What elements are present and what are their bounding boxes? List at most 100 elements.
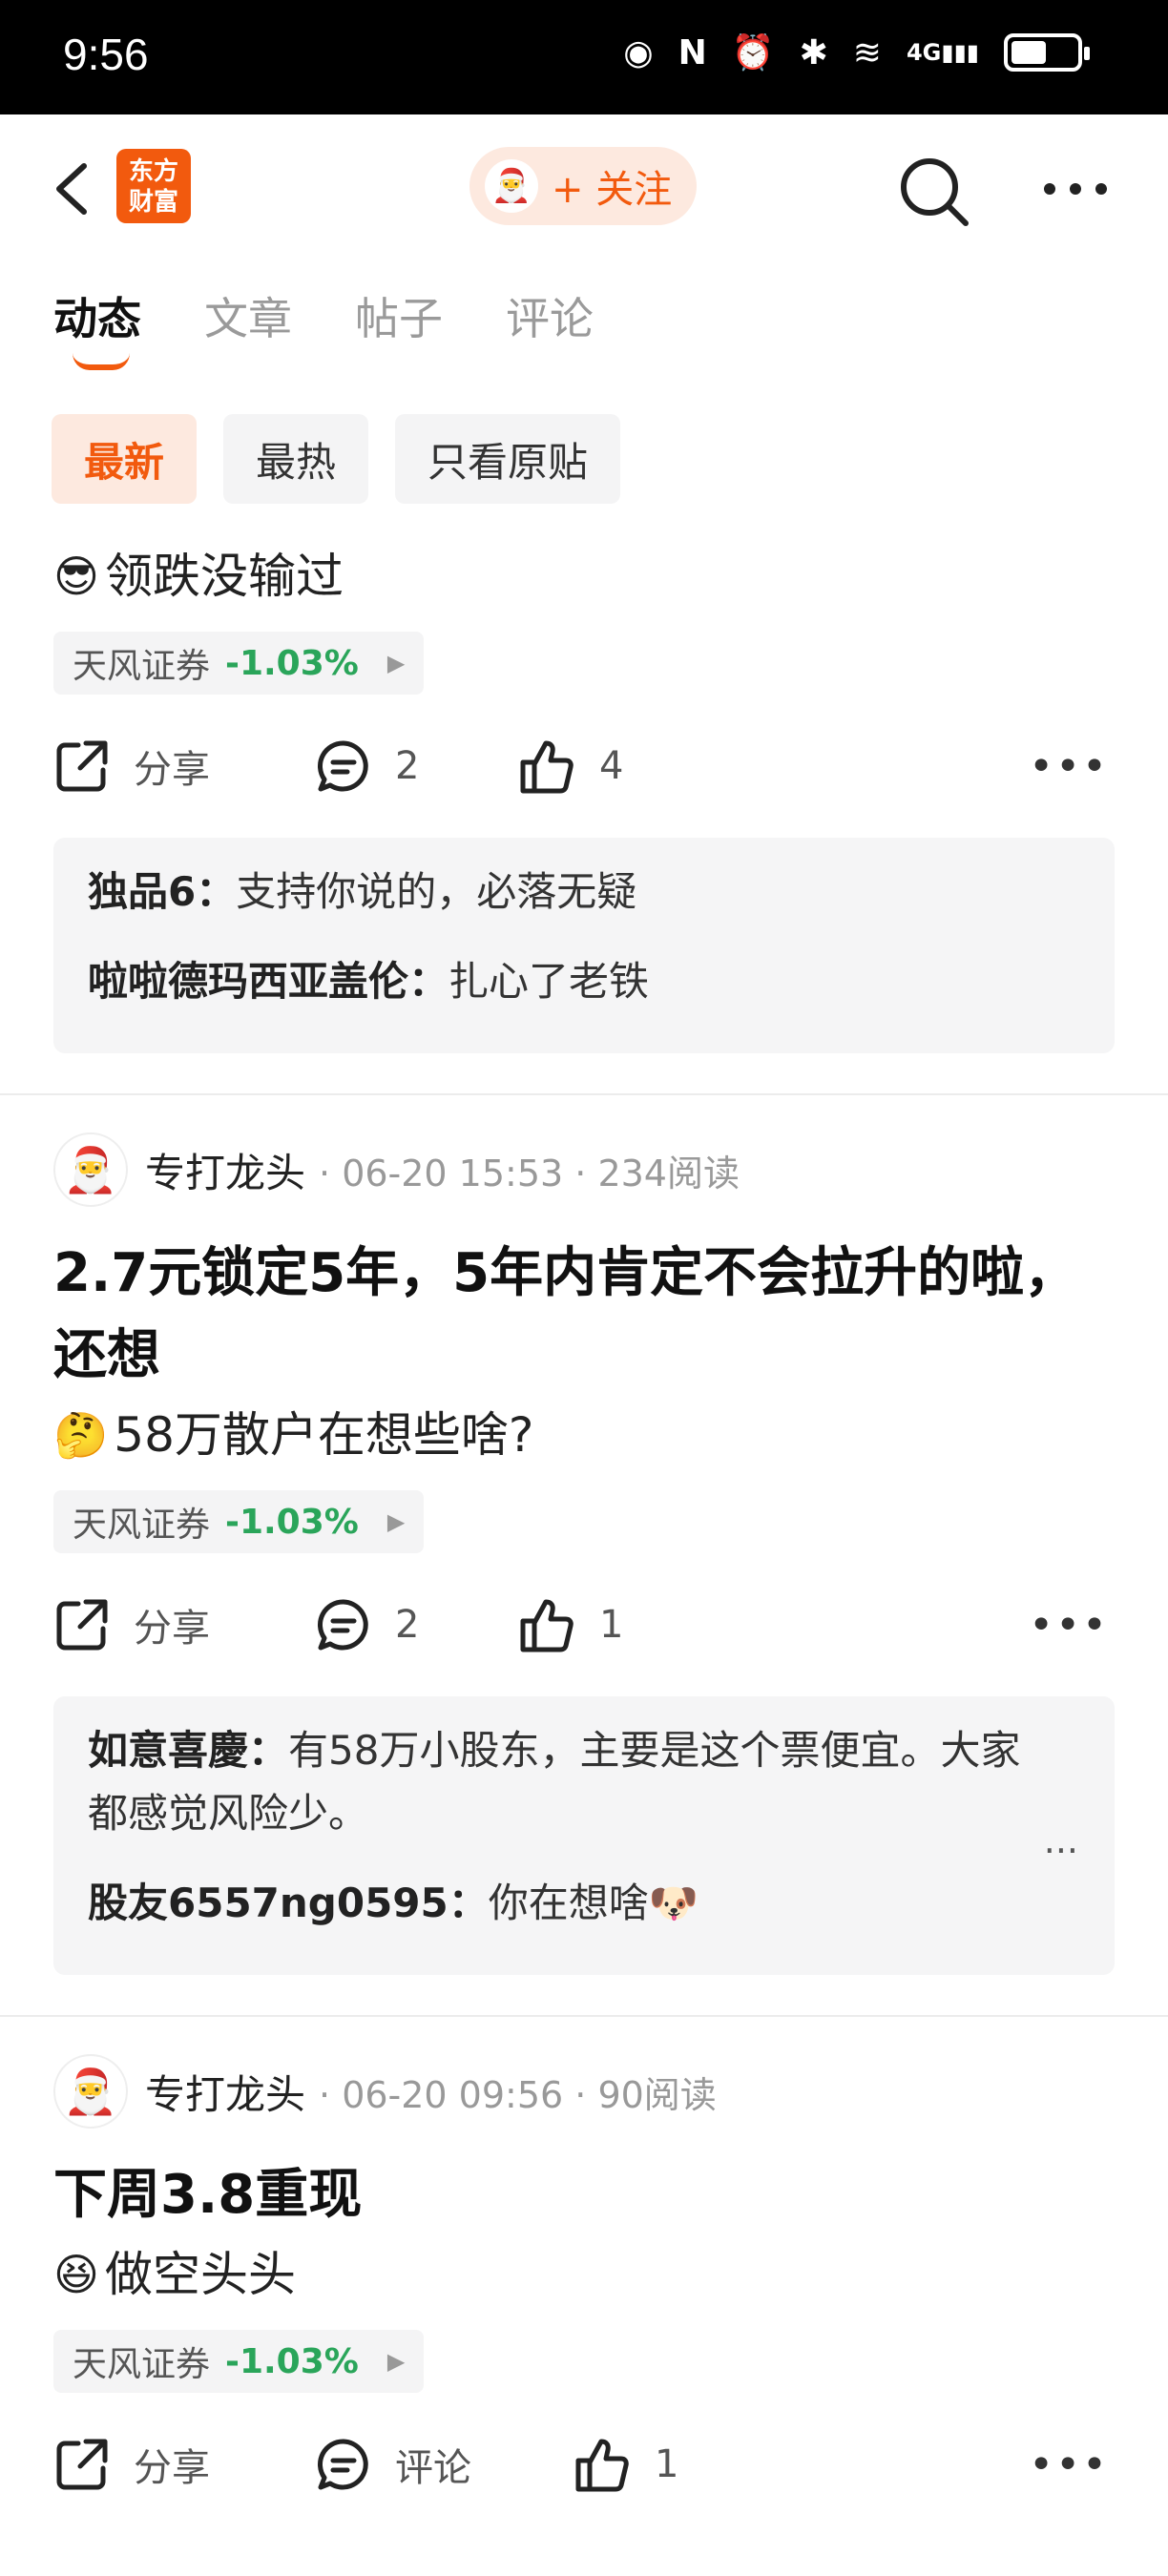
post-card[interactable]: 🎅 专打龙头 · 06-20 09:56 · 90阅读 下周3.8重现 😆 做空… (0, 2046, 1168, 2536)
post-feed[interactable]: 的候云敛兄的 😎 领跌没输过 天风证券 -1.03% ▶ 分享 2 4 ••• (0, 506, 1168, 2576)
post-title: 的候云敛兄的 (53, 506, 1115, 515)
stock-name: 天风证券 (73, 647, 211, 686)
like-button[interactable]: 4 (517, 737, 623, 795)
comment-user: 如意喜慶 (88, 1727, 249, 1774)
filter-hottest[interactable]: 最热 (223, 414, 369, 504)
comment-label: 评论 (395, 2446, 471, 2490)
eye-icon: ◉ (623, 32, 654, 73)
stock-tag[interactable]: 天风证券 -1.03% ▶ (53, 632, 425, 695)
post-more-icon[interactable]: ••• (1029, 742, 1109, 791)
share-icon (56, 2439, 108, 2490)
post-body-text: 58万散户在想些啥? (114, 1407, 534, 1463)
author-name[interactable]: 专打龙头 (145, 1141, 305, 1199)
more-options-icon[interactable] (1042, 179, 1109, 198)
filter-original-only[interactable]: 只看原贴 (395, 414, 621, 504)
nfc-icon: N (678, 32, 707, 73)
comment-preview[interactable]: 如意喜慶：有58万小股东，主要是这个票便宜。大家都感觉风险少。 股友6557ng… (53, 1696, 1115, 1975)
post-body-text: 领跌没输过 (104, 549, 344, 604)
comment-user: 啦啦德玛西亚盖伦 (88, 958, 409, 1005)
tab-bar: 动态 文章 帖子 评论 (53, 284, 594, 370)
comment-user: 独品6 (88, 868, 197, 915)
laughing-emoji-icon: 😆 (53, 2249, 99, 2300)
share-button[interactable]: 分享 (53, 2436, 210, 2493)
post-body: 😎 领跌没输过 (53, 538, 1115, 614)
filter-chips: 最新 最热 只看原贴 (52, 414, 621, 504)
like-button[interactable]: 1 (573, 2436, 678, 2493)
thinking-emoji-icon: 🤔 (53, 1409, 109, 1461)
comment-button[interactable]: 2 (315, 1596, 419, 1653)
post-body-text: 做空头头 (104, 2247, 296, 2302)
share-button[interactable]: 分享 (53, 1596, 210, 1653)
tab-comments[interactable]: 评论 (506, 284, 594, 347)
wifi-icon: ≋ (852, 32, 882, 73)
post-actions: 分享 评论 1 ••• (53, 2393, 1115, 2536)
play-arrow-icon: ▶ (386, 1508, 406, 1535)
comment-count: 2 (395, 1603, 420, 1647)
stock-change: -1.03% (225, 643, 359, 683)
stock-tag[interactable]: 天风证券 -1.03% ▶ (53, 2330, 425, 2393)
comment-item: 如意喜慶：有58万小股东，主要是这个票便宜。大家都感觉风险少。 (88, 1727, 1021, 1837)
tab-articles[interactable]: 文章 (204, 284, 292, 347)
status-bar: 9:56 ◉ N ⏰ ✱ ≋ 4G▮▮▮ (0, 0, 1168, 114)
comment-button[interactable]: 评论 (315, 2436, 471, 2493)
stock-tag[interactable]: 天风证券 -1.03% ▶ (53, 1490, 425, 1553)
avatar[interactable]: 🎅 (53, 2054, 128, 2129)
post-title: 下周3.8重现 (53, 2164, 363, 2226)
status-time: 9:56 (63, 30, 149, 79)
follow-button[interactable]: 🎅 + 关注 (469, 147, 697, 225)
signal-icon: 4G▮▮▮ (906, 39, 979, 66)
post-actions: 分享 2 1 ••• (53, 1553, 1115, 1696)
post-meta: · 06-20 09:56 · 90阅读 (319, 2073, 717, 2116)
thumbs-up-icon (520, 740, 574, 794)
avatar[interactable]: 🎅 (53, 1132, 128, 1207)
post-more-icon[interactable]: ••• (1029, 1601, 1109, 1650)
bluetooth-icon: ✱ (799, 32, 828, 73)
comment-item: 股友6557ng0595：你在想啥🐶 (88, 1880, 699, 1926)
comment-icon (317, 740, 368, 792)
comment-text: 扎心了老铁 (448, 958, 650, 1005)
comment-text: 支持你说的，必落无疑 (236, 868, 637, 915)
comment-count: 2 (395, 744, 420, 788)
like-count: 1 (599, 1603, 624, 1647)
post-more-icon[interactable]: ••• (1029, 2441, 1109, 2489)
comment-user: 股友6557ng0595 (88, 1880, 448, 1926)
comment-icon (317, 2439, 368, 2490)
back-arrow-icon[interactable] (50, 160, 97, 218)
stock-name: 天风证券 (73, 1506, 211, 1545)
post-card[interactable]: 的候云敛兄的 😎 领跌没输过 天风证券 -1.03% ▶ 分享 2 4 ••• (0, 506, 1168, 1053)
stock-change: -1.03% (225, 2341, 359, 2381)
status-icons: ◉ N ⏰ ✱ ≋ 4G▮▮▮ (623, 32, 1090, 73)
share-label: 分享 (134, 1607, 210, 1651)
avatar: 🎅 (485, 159, 538, 213)
post-card[interactable]: 🎅 专打龙头 · 06-20 15:53 · 234阅读 2.7元锁定5年，5年… (0, 1124, 1168, 1975)
comment-button[interactable]: 2 (315, 737, 419, 795)
tab-dynamics[interactable]: 动态 (53, 284, 141, 370)
app-logo: 东方 财富 (116, 149, 191, 223)
comment-text: 你在想啥🐶 (488, 1880, 699, 1926)
post-body: 🤔 58万散户在想些啥? (53, 1397, 1115, 1473)
share-label: 分享 (134, 748, 210, 792)
follow-label: + 关注 (552, 168, 673, 212)
sunglasses-emoji-icon: 😎 (53, 551, 99, 602)
thumbs-up-icon (520, 1599, 574, 1652)
alarm-icon: ⏰ (731, 33, 775, 73)
search-icon[interactable] (897, 155, 971, 229)
author-name[interactable]: 专打龙头 (145, 2063, 305, 2121)
expand-ellipsis[interactable]: ... (1044, 1809, 1078, 1872)
filter-latest[interactable]: 最新 (52, 414, 198, 504)
post-author-row: 🎅 专打龙头 · 06-20 15:53 · 234阅读 (53, 1124, 1115, 1215)
post-author-row: 🎅 专打龙头 · 06-20 09:56 · 90阅读 (53, 2046, 1115, 2137)
thumbs-up-icon (575, 2439, 629, 2492)
play-arrow-icon: ▶ (386, 2348, 406, 2375)
comment-icon (317, 1599, 368, 1651)
post-meta: · 06-20 15:53 · 234阅读 (319, 1152, 740, 1195)
comment-preview[interactable]: 独品6：支持你说的，必落无疑 啦啦德玛西亚盖伦：扎心了老铁 (53, 838, 1115, 1053)
tab-posts[interactable]: 帖子 (355, 284, 443, 347)
like-button[interactable]: 1 (517, 1596, 623, 1653)
battery-icon (1004, 33, 1090, 72)
like-count: 4 (599, 744, 624, 788)
post-title: 2.7元锁定5年，5年内肯定不会拉升的啦，还想 (53, 1242, 1078, 1386)
share-button[interactable]: 分享 (53, 737, 210, 795)
share-icon (56, 740, 108, 792)
divider (0, 1093, 1168, 1095)
